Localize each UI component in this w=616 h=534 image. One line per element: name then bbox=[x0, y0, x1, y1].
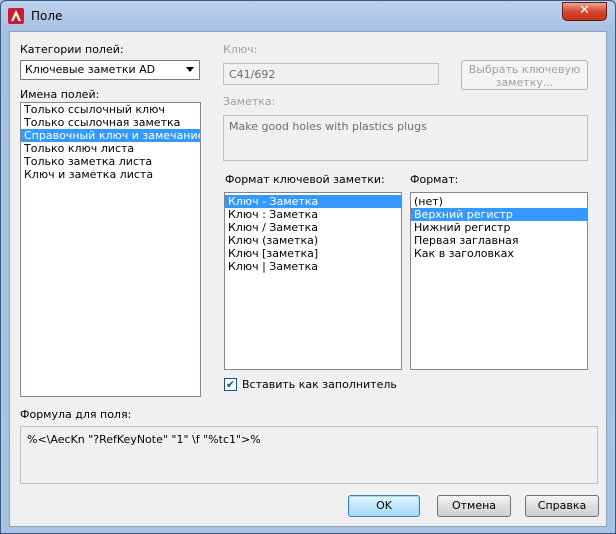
checkmark-icon: ✔ bbox=[225, 378, 236, 391]
list-item[interactable]: Как в заголовках bbox=[411, 247, 587, 260]
note-label: Заметка: bbox=[223, 95, 276, 108]
note-value: Make good holes with plastics plugs bbox=[229, 120, 427, 133]
list-item[interactable]: Только ссылочный ключ bbox=[21, 103, 200, 116]
choose-keynote-button[interactable]: Выбрать ключевую заметку... bbox=[461, 60, 588, 90]
field-names-list[interactable]: Только ссылочный ключ Только ссылочная з… bbox=[20, 102, 201, 397]
list-item[interactable]: Ключ и заметка листа bbox=[21, 168, 200, 181]
categories-selected-value: Ключевые заметки AD bbox=[25, 63, 156, 76]
cancel-button[interactable]: Отмена bbox=[437, 495, 511, 517]
format-list[interactable]: (нет) Верхний регистр Нижний регистр Пер… bbox=[410, 192, 588, 370]
window-title: Поле bbox=[31, 9, 63, 23]
list-item[interactable]: Только заметка листа bbox=[21, 155, 200, 168]
formula-value: %<\AecKn "?RefKeyNote" "1" \f "%tc1">% bbox=[27, 433, 261, 446]
list-item[interactable]: Ключ | Заметка bbox=[225, 260, 401, 273]
key-label: Ключ: bbox=[223, 43, 258, 56]
list-item[interactable]: (нет) bbox=[411, 195, 587, 208]
list-item-selected[interactable]: Верхний регистр bbox=[411, 208, 587, 221]
keynote-format-label: Формат ключевой заметки: bbox=[225, 173, 385, 186]
placeholder-checkbox-label[interactable]: Вставить как заполнитель bbox=[242, 378, 397, 391]
list-item[interactable]: Первая заглавная bbox=[411, 234, 587, 247]
list-item-selected[interactable]: Справочный ключ и замечание bbox=[21, 129, 200, 142]
autocad-app-icon bbox=[8, 8, 24, 24]
format-label: Формат: bbox=[410, 173, 459, 186]
placeholder-checkbox[interactable]: ✔ bbox=[224, 378, 237, 391]
field-names-label: Имена полей: bbox=[20, 88, 100, 101]
key-field[interactable]: C41/692 bbox=[223, 63, 439, 85]
note-field[interactable]: Make good holes with plastics plugs bbox=[223, 115, 588, 161]
close-button[interactable]: ✕ bbox=[562, 2, 607, 21]
list-item[interactable]: Ключ / Заметка bbox=[225, 221, 401, 234]
list-item[interactable]: Ключ : Заметка bbox=[225, 208, 401, 221]
keynote-format-list[interactable]: Ключ - Заметка Ключ : Заметка Ключ / Зам… bbox=[224, 192, 402, 370]
title-bar: Поле ✕ bbox=[1, 1, 615, 31]
list-item[interactable]: Ключ (заметка) bbox=[225, 234, 401, 247]
ok-button[interactable]: OK bbox=[348, 495, 420, 517]
list-item[interactable]: Ключ [заметка] bbox=[225, 247, 401, 260]
formula-label: Формула для поля: bbox=[20, 408, 132, 421]
dialog-body: Категории полей: Ключевые заметки AD Име… bbox=[9, 31, 607, 527]
help-button[interactable]: Справка bbox=[525, 495, 599, 517]
list-item[interactable]: Только ссылочная заметка bbox=[21, 116, 200, 129]
list-item[interactable]: Только ключ листа bbox=[21, 142, 200, 155]
categories-dropdown[interactable]: Ключевые заметки AD bbox=[20, 60, 200, 80]
close-icon: ✕ bbox=[579, 3, 590, 18]
field-dialog: Поле ✕ Категории полей: Ключевые заметки… bbox=[0, 0, 616, 534]
key-value: C41/692 bbox=[229, 68, 276, 81]
formula-field[interactable]: %<\AecKn "?RefKeyNote" "1" \f "%tc1">% bbox=[20, 426, 598, 484]
list-item[interactable]: Нижний регистр bbox=[411, 221, 587, 234]
list-item-selected[interactable]: Ключ - Заметка bbox=[225, 195, 401, 208]
chevron-down-icon bbox=[186, 67, 194, 72]
categories-label: Категории полей: bbox=[20, 43, 124, 56]
